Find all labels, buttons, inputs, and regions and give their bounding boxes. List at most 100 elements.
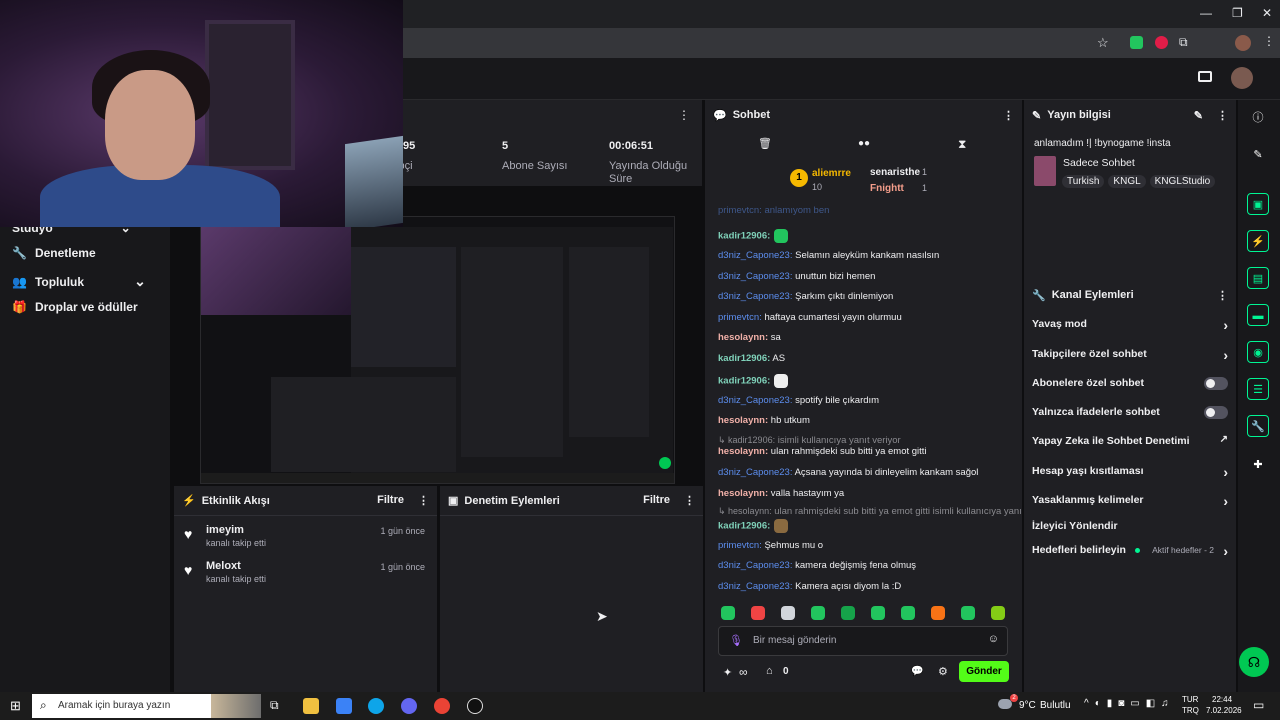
points-icon[interactable]: ✦ [723,666,732,679]
emote-icon[interactable] [871,606,885,620]
extension-red-icon[interactable] [1155,36,1168,49]
lang-bottom[interactable]: TRQ [1182,706,1199,715]
chat-username[interactable]: d3niz_Capone23: [718,250,792,261]
toggle-switch[interactable] [1204,406,1228,419]
chat-username[interactable]: hesolaynn: [718,415,768,426]
channel-action-item[interactable]: İzleyici Yönlendir [1032,520,1228,538]
chat-mode-icon[interactable]: ●● [858,138,870,149]
top-user[interactable]: aliemrre [812,168,851,179]
windows-start-icon[interactable]: ⊞ [10,698,21,714]
notification-icon[interactable]: ▭ [1253,698,1264,712]
discord-like-icon[interactable] [401,698,417,714]
address-bar[interactable]: ☆ ⧉ ⋮ [403,28,1280,58]
server-icon[interactable]: ☰ [1247,378,1269,400]
channel-actions-menu-icon[interactable]: ⋮ [1217,289,1228,302]
file-explorer-icon[interactable] [303,698,319,714]
chat-username[interactable]: kadir12906: [718,376,770,387]
toggle-switch[interactable] [1204,377,1228,390]
emote-icon[interactable] [781,606,795,620]
chat-menu-icon[interactable]: ⋮ [1003,109,1014,122]
nav-item-community[interactable]: 👥 Topluluk ⌄ [12,273,146,290]
channel-action-item[interactable]: Yasaklanmış kelimeler › [1032,493,1228,512]
lightning-icon[interactable]: ⚡ [1247,230,1269,252]
chat-settings-bubble-icon[interactable]: 💬 [911,666,923,677]
add-widget-icon[interactable]: ✚ [1247,454,1269,476]
chat-username[interactable]: kadir12906: [718,521,770,532]
chat-icon[interactable]: ▬ [1247,304,1269,326]
profile-avatar[interactable] [1235,35,1251,51]
menu-dots-icon[interactable]: ⋮ [1263,34,1275,48]
moderation-menu-icon[interactable]: ⋮ [684,494,695,507]
moderation-filter-button[interactable]: Filtre [643,494,670,507]
channel-action-item[interactable]: Hesap yaşı kısıtlaması › [1032,464,1228,483]
feed-user[interactable]: imeyim [206,524,244,536]
info-icon[interactable]: ⓘ [1247,107,1269,129]
channel-action-item[interactable]: Yalnızca ifadelerle sohbet [1032,406,1228,424]
tag[interactable]: KNGLStudio [1149,175,1216,188]
emote-icon[interactable] [841,606,855,620]
emote-icon[interactable] [931,606,945,620]
stats-menu-icon[interactable]: ⋮ [678,108,690,122]
chat-username[interactable]: d3niz_Capone23: [718,271,792,282]
lang-top[interactable]: TUR [1182,695,1198,704]
nav-item-drops[interactable]: 🎁 Droplar ve ödüller [12,300,138,314]
activity-filter-button[interactable]: Filtre [377,494,404,507]
chat-username[interactable]: d3niz_Capone23: [718,467,792,478]
feed-user[interactable]: Meloxt [206,560,241,572]
chrome-icon[interactable] [434,698,450,714]
channel-action-item[interactable]: Yavaş mod › [1032,317,1228,336]
chat-username[interactable]: hesolaynn: [718,446,768,457]
tools-icon[interactable]: 🔧 [1247,415,1269,437]
bookmark-star-icon[interactable]: ☆ [1097,35,1109,51]
user-avatar[interactable] [1231,67,1253,89]
chat-username[interactable]: kadir12906: [718,353,770,364]
screen-icon[interactable] [1198,71,1212,82]
edit-icon[interactable]: ✎ [1194,109,1203,122]
chat-username[interactable]: d3niz_Capone23: [718,560,792,571]
activity-menu-icon[interactable]: ⋮ [418,494,429,507]
chat-username[interactable]: d3niz_Capone23: [718,395,792,406]
chat-input[interactable]: 🎙 Bir mesaj gönderin ☺ [718,626,1008,656]
support-icon[interactable]: ☊ [1239,647,1269,677]
emoji-picker-icon[interactable]: ☺ [988,633,999,645]
gift-box-icon[interactable]: ⌂ [766,665,773,677]
store-icon[interactable] [336,698,352,714]
second-user[interactable]: senaristhe [870,167,920,178]
chat-username[interactable]: ↳ kadir12906: [718,435,775,445]
pen-icon[interactable]: ✎ [1247,144,1269,166]
chat-username[interactable]: kadir12906: [718,231,770,242]
category-name[interactable]: Sadece Sohbet [1063,157,1135,169]
broadcast-icon[interactable]: ◉ [1247,341,1269,363]
emote-icon[interactable] [811,606,825,620]
chat-username[interactable]: d3niz_Capone23: [718,291,792,302]
third-user[interactable]: Fnightt [870,183,904,194]
emote-icon[interactable] [751,606,765,620]
send-button[interactable]: Gönder [959,661,1009,682]
microphone-icon[interactable]: 🎙 [729,634,743,647]
chat-username[interactable]: hesolaynn: [718,488,768,499]
close-icon[interactable]: ✕ [1262,6,1272,20]
minimize-icon[interactable]: — [1200,6,1212,20]
channel-action-item[interactable]: Takipçilere özel sohbet › [1032,347,1228,366]
notes-icon[interactable]: ▤ [1247,267,1269,289]
stream-info-menu-icon[interactable]: ⋮ [1217,109,1228,122]
stream-preview[interactable] [200,216,675,484]
chat-username[interactable]: hesolaynn: [718,332,768,343]
hourglass-icon[interactable]: ⧗ [958,137,966,152]
edge-icon[interactable] [368,698,384,714]
gear-icon[interactable]: ⚙ [938,665,948,678]
tray-icons[interactable]: ^◐▮◙▭◧♫ [1084,698,1175,709]
channel-action-item[interactable]: Hedefleri belirleyin › Aktif hedefler - 2 [1032,543,1228,562]
chat-username[interactable]: primevtcn: [718,312,762,323]
emote-icon[interactable] [991,606,1005,620]
tag[interactable]: KNGL [1108,175,1146,188]
emote-icon[interactable] [901,606,915,620]
clock-time[interactable]: 22:44 [1212,695,1232,704]
obs-icon[interactable] [467,698,483,714]
extension-icon[interactable] [1130,36,1143,49]
chat-username[interactable]: primevtcn: [718,540,762,551]
chat-username[interactable]: ↳ hesolaynn: [718,506,772,516]
nav-item-moderation[interactable]: 🔧 Denetleme [12,246,96,260]
taskbar-search[interactable]: ⌕ Aramak için buraya yazın [32,694,261,718]
clock-date[interactable]: 7.02.2026 [1206,706,1242,715]
